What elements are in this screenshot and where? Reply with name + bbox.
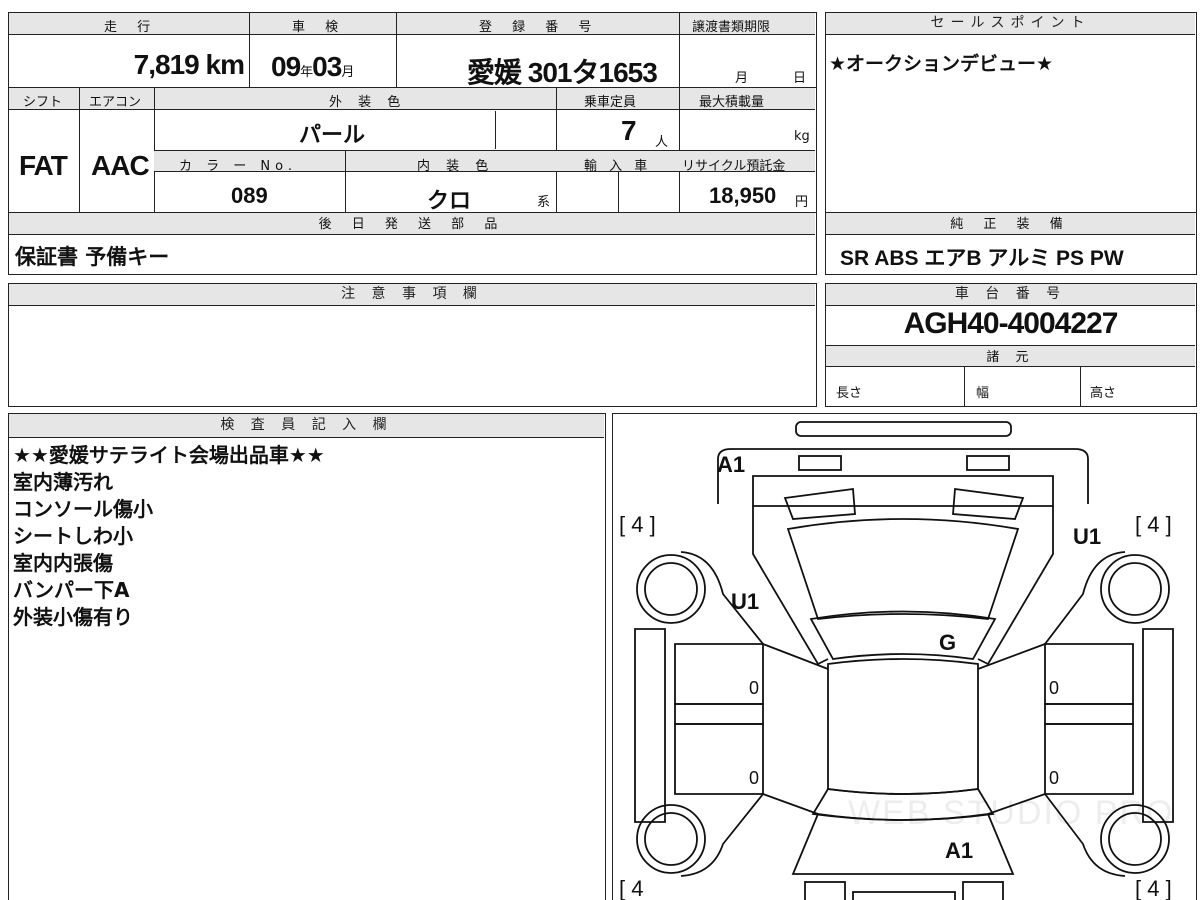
- mark-door-lr: 0: [749, 768, 760, 788]
- exterior-color-label: 外 装 色: [329, 95, 407, 110]
- inspector-box: 検 査 員 記 入 欄 ★★愛媛サテライト会場出品車★★ 室内薄汚れ コンソール…: [8, 413, 606, 900]
- mark-tire-rf: [ 4 ]: [1135, 512, 1172, 537]
- mark-rear-bumper: A1: [945, 838, 974, 863]
- mark-door-rf: 0: [1049, 678, 1060, 698]
- width-label: 幅: [976, 386, 990, 401]
- max-load-label: 最大積載量: [699, 95, 765, 110]
- chassis-number: AGH40-4004227: [903, 307, 1119, 340]
- sales-point-value: ★オークションデビュー★: [829, 53, 1054, 75]
- length-label: 長さ: [836, 386, 863, 401]
- capacity-unit: 人: [655, 135, 669, 150]
- mileage-label: 走 行: [104, 20, 159, 35]
- inspection-value: 09年03月: [271, 51, 354, 82]
- max-load-unit: kg: [794, 129, 810, 144]
- mark-tire-lr: [ 4: [619, 876, 644, 900]
- ac-value: AAC: [91, 150, 150, 181]
- watermark: WEB STUDIO PRO: [848, 794, 1175, 832]
- car-diagram-box: A1 [ 4 ] [ 4 ] U1 U1 G 0 0 0 0 A1 [ 4 [ …: [612, 413, 1197, 900]
- inspector-line: コンソール傷小: [13, 497, 153, 521]
- recycle-unit: 円: [795, 195, 809, 210]
- sales-point-box: セールスポイント ★オークションデビュー★ 純 正 装 備 SR ABS エアB…: [825, 12, 1197, 275]
- chassis-header: 車 台 番 号: [826, 284, 1195, 306]
- inspector-line: 室内薄汚れ: [13, 470, 113, 494]
- inspector-line: ★★愛媛サテライト会場出品車★★: [13, 443, 325, 467]
- notes-header: 注 意 事 項 欄: [9, 284, 815, 306]
- inspection-label: 車 検: [292, 20, 347, 35]
- mark-door-lf: 0: [749, 678, 760, 698]
- notes-box: 注 意 事 項 欄: [8, 283, 817, 407]
- registration-label: 登 録 番 号: [479, 20, 600, 35]
- vehicle-info-box: 走 行 車 検 登 録 番 号 譲渡書類期限 7,819 km 09年03月 愛…: [8, 12, 817, 275]
- mark-front-bumper: A1: [717, 452, 746, 477]
- inspector-line: シートしわ小: [13, 524, 133, 548]
- later-parts-value: 保証書 予備キー: [15, 245, 170, 269]
- inspector-line: 室内内張傷: [13, 551, 113, 575]
- inspector-notes: ★★愛媛サテライト会場出品車★★ 室内薄汚れ コンソール傷小 シートしわ小 室内…: [13, 442, 325, 631]
- genuine-equipment-header: 純 正 装 備: [826, 213, 1195, 235]
- color-no-value: 089: [231, 183, 268, 208]
- inspector-header: 検 査 員 記 入 欄: [9, 414, 604, 438]
- mark-door-rr: 0: [1049, 768, 1060, 788]
- interior-color-label: 内 装 色: [417, 159, 495, 174]
- chassis-box: 車 台 番 号 AGH40-4004227 諸 元 長さ 幅 高さ: [825, 283, 1197, 407]
- inspector-line: バンパー下A: [13, 578, 130, 602]
- sales-point-header: セールスポイント: [826, 13, 1195, 35]
- interior-color-value: クロ: [427, 188, 472, 213]
- genuine-equipment-value: SR ABS エアB アルミ PS PW: [840, 247, 1124, 270]
- mark-tire-lf: [ 4 ]: [619, 512, 656, 537]
- shift-label: シフト: [23, 95, 63, 110]
- mark-right-front-fender: U1: [1073, 524, 1102, 549]
- mark-tire-rr: [ 4 ]: [1135, 876, 1172, 900]
- interior-suffix: 系: [537, 195, 551, 210]
- recycle-label: リサイクル預託金: [682, 159, 786, 174]
- capacity-label: 乗車定員: [584, 95, 637, 110]
- registration-value: 愛媛 301タ1653: [467, 57, 658, 88]
- mark-windshield: G: [939, 630, 957, 655]
- height-label: 高さ: [1090, 386, 1117, 401]
- ac-label: エアコン: [89, 95, 142, 110]
- specs-header: 諸 元: [826, 345, 1195, 367]
- exterior-color-value: パール: [299, 122, 366, 147]
- recycle-value: 18,950: [709, 183, 777, 208]
- mileage-value: 7,819 km: [133, 49, 245, 80]
- later-parts-header: 後 日 発 送 部 品: [9, 213, 815, 235]
- transfer-deadline-label: 譲渡書類期限: [692, 20, 771, 35]
- inspector-line: 外装小傷有り: [13, 605, 133, 629]
- capacity-value: 7: [621, 115, 637, 146]
- shift-value: FAT: [19, 150, 68, 181]
- transfer-day-unit: 日: [793, 71, 807, 86]
- mark-left-front-fender: U1: [731, 589, 760, 614]
- color-no-label: カ ラ ー No.: [179, 159, 297, 174]
- transfer-month-unit: 月: [735, 71, 749, 86]
